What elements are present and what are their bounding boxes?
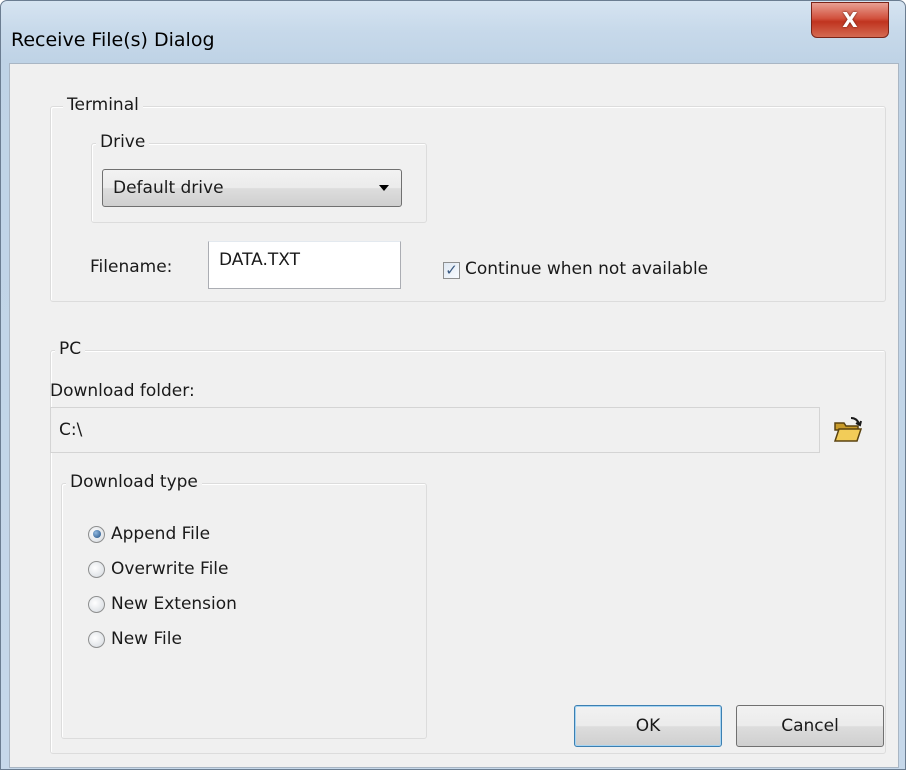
dialog-window: Receive File(s) Dialog X Terminal Drive …	[0, 0, 906, 770]
drive-select-value: Default drive	[113, 178, 224, 198]
checkmark-icon: ✓	[445, 261, 458, 279]
continue-label: Continue when not available	[465, 259, 709, 279]
cancel-button[interactable]: Cancel	[736, 705, 884, 747]
download-type-group: Download type Append File Overwrite File…	[61, 472, 427, 739]
radio-button	[88, 630, 105, 648]
browse-folder-button[interactable]	[832, 416, 864, 444]
filename-field[interactable]: DATA.TXT	[208, 241, 401, 289]
terminal-group: Terminal Drive Default drive Filename: D…	[50, 95, 886, 302]
radio-new-file[interactable]: New File	[88, 629, 182, 649]
radio-button	[88, 560, 105, 578]
radio-button	[88, 595, 105, 613]
ok-button[interactable]: OK	[574, 705, 722, 747]
download-folder-label: Download folder:	[50, 381, 195, 401]
pc-group: PC Download folder: C:\ Download type Ap…	[50, 339, 886, 754]
radio-label: Append File	[111, 524, 211, 544]
radio-button	[88, 525, 105, 543]
dialog-client-area: Terminal Drive Default drive Filename: D…	[9, 63, 899, 768]
drive-select[interactable]: Default drive	[102, 169, 402, 207]
radio-overwrite-file[interactable]: Overwrite File	[88, 559, 228, 579]
window-title: Receive File(s) Dialog	[11, 29, 215, 51]
drive-group-label: Drive	[96, 132, 150, 152]
continue-checkbox[interactable]: ✓	[443, 262, 460, 279]
terminal-group-label: Terminal	[63, 95, 143, 115]
radio-label: Overwrite File	[111, 559, 229, 579]
radio-append-file[interactable]: Append File	[88, 524, 210, 544]
radio-label: New Extension	[111, 594, 237, 614]
filename-label: Filename:	[90, 257, 173, 277]
chevron-down-icon	[379, 185, 389, 191]
close-icon: X	[842, 8, 858, 32]
pc-group-label: PC	[55, 339, 86, 359]
radio-new-extension[interactable]: New Extension	[88, 594, 237, 614]
download-folder-field[interactable]: C:\	[50, 407, 820, 453]
folder-open-icon	[833, 417, 863, 442]
radio-label: New File	[111, 629, 182, 649]
drive-group: Drive Default drive	[91, 132, 427, 223]
close-button[interactable]: X	[811, 2, 889, 38]
download-type-group-label: Download type	[66, 472, 202, 492]
